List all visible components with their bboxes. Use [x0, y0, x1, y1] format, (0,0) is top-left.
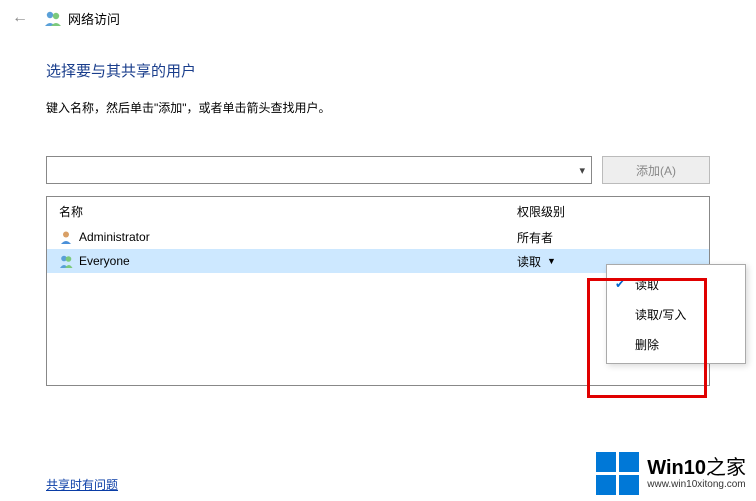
- watermark-url: www.win10xitong.com: [647, 479, 746, 490]
- title-bar: ← 网络访问: [0, 0, 756, 36]
- table-row[interactable]: Administrator 所有者: [47, 225, 709, 249]
- user-icon: [59, 230, 73, 244]
- cell-name: Everyone: [47, 254, 513, 268]
- row-name: Everyone: [79, 254, 130, 268]
- row-permission: 读取: [517, 253, 541, 270]
- group-icon: [59, 254, 73, 268]
- back-button[interactable]: ←: [8, 6, 32, 30]
- window-title: 网络访问: [68, 9, 120, 28]
- menu-item-label: 读取: [635, 276, 659, 293]
- instruction-text: 键入名称，然后单击"添加"，或者单击箭头查找用户。: [46, 99, 710, 116]
- permission-menu-item-remove[interactable]: 删除: [607, 329, 745, 359]
- table-header: 名称 权限级别: [47, 197, 709, 225]
- cell-permission[interactable]: 所有者: [513, 229, 709, 246]
- permission-menu-item-read[interactable]: ✔ 读取: [607, 269, 745, 299]
- permission-menu: ✔ 读取 读取/写入 删除: [606, 264, 746, 364]
- menu-item-label: 读取/写入: [635, 306, 686, 323]
- menu-item-label: 删除: [635, 336, 659, 353]
- column-name[interactable]: 名称: [47, 203, 513, 220]
- permission-menu-item-readwrite[interactable]: 读取/写入: [607, 299, 745, 329]
- row-permission: 所有者: [517, 229, 553, 246]
- chevron-down-icon: ▾: [579, 164, 585, 177]
- add-button-label: 添加(A): [636, 162, 676, 179]
- watermark-text: Win10之家 www.win10xitong.com: [647, 457, 746, 490]
- back-arrow-icon: ←: [12, 9, 28, 27]
- watermark-brand-light: 之家: [706, 457, 746, 479]
- page-heading: 选择要与其共享的用户: [46, 60, 710, 81]
- user-input-row: ▾ 添加(A): [46, 156, 710, 184]
- user-select-combo[interactable]: ▾: [46, 156, 592, 184]
- watermark: Win10之家 www.win10xitong.com: [596, 452, 746, 495]
- users-table: 名称 权限级别 Administrator 所有者: [46, 196, 710, 386]
- column-permission[interactable]: 权限级别: [513, 203, 709, 220]
- add-button: 添加(A): [602, 156, 710, 184]
- windows-logo-icon: [596, 452, 639, 495]
- content-area: 选择要与其共享的用户 键入名称，然后单击"添加"，或者单击箭头查找用户。 ▾ 添…: [46, 60, 710, 386]
- row-name: Administrator: [79, 230, 150, 244]
- cell-name: Administrator: [47, 230, 513, 244]
- caret-down-icon: ▼: [547, 256, 556, 266]
- watermark-brand-bold: Win10: [647, 457, 706, 479]
- help-link[interactable]: 共享时有问题: [46, 476, 118, 493]
- check-icon: ✔: [615, 277, 625, 291]
- network-access-icon: [44, 9, 62, 27]
